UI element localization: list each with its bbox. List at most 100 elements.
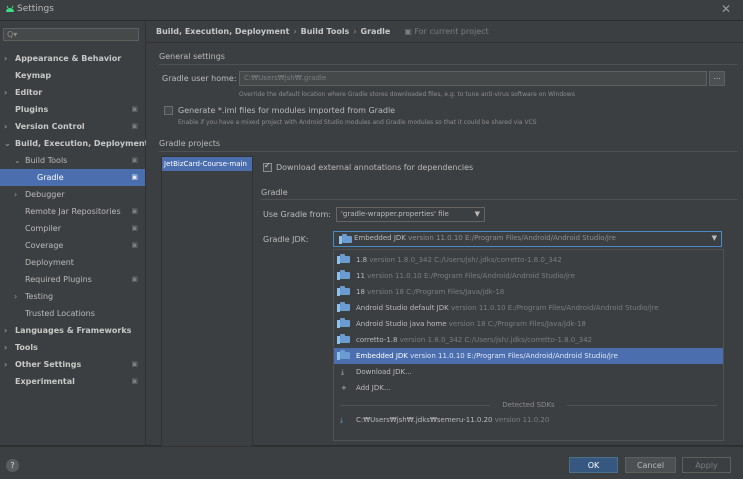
chevron-right-icon[interactable]: › (4, 322, 7, 339)
jdk-action-label: Add JDK... (356, 384, 391, 392)
sidebar-item-debugger[interactable]: › Debugger (0, 186, 145, 203)
sidebar-item-label: Editor (15, 88, 43, 97)
dropdown-arrow-icon: ▼ (474, 210, 480, 218)
sidebar-item-label: Testing (25, 292, 54, 301)
close-icon[interactable]: ✕ (721, 2, 731, 16)
jdk-option[interactable]: Android Studio default JDK version 11.0.… (334, 300, 723, 316)
chevron-down-icon[interactable]: ⌄ (14, 152, 21, 169)
jdk-option[interactable]: Embedded JDK version 11.0.10 E:/Program … (334, 348, 723, 364)
sidebar-item-compiler[interactable]: Compiler ▣ (0, 220, 145, 237)
sidebar-item-label: Appearance & Behavior (15, 54, 122, 63)
window-title: Settings (17, 4, 54, 14)
browse-button[interactable]: ... (709, 71, 725, 86)
sidebar-item-testing[interactable]: › Testing (0, 288, 145, 305)
jdk-option[interactable]: corretto-1.8 version 1.8.0_342 C:/Users/… (334, 332, 723, 348)
detected-sdk-item[interactable]: ⤓ C:₩Users₩jsh₩.jdks₩semeru-11.0.20 versi… (334, 412, 723, 428)
jdk-option[interactable]: 18 version 18 C:/Program Files/Java/jdk-… (334, 284, 723, 300)
header-divider (146, 42, 743, 43)
use-gradle-from-select[interactable]: 'gradle-wrapper.properties' file ▼ (336, 207, 485, 222)
jdk-folder-icon (337, 302, 350, 312)
cancel-button[interactable]: Cancel (625, 457, 676, 473)
sidebar-item-label: Debugger (25, 190, 65, 199)
sidebar-item-editor[interactable]: › Editor (0, 84, 145, 101)
gradle-jdk-detail: version 11.0.10 E:/Program Files/Android… (408, 234, 616, 242)
sidebar-item-trusted-locations[interactable]: Trusted Locations (0, 305, 145, 322)
scope-label: For current project (414, 27, 489, 36)
sidebar-item-tools[interactable]: › Tools (0, 339, 145, 356)
sidebar-item-deployment[interactable]: Deployment (0, 254, 145, 271)
jdk-option[interactable]: 1.8 version 1.8.0_342 C:/Users/jsh/.jdks… (334, 252, 723, 268)
chevron-right-icon[interactable]: › (4, 118, 7, 135)
sidebar-item-keymap[interactable]: Keymap (0, 67, 145, 84)
sidebar-item-build-execution-deployment[interactable]: ⌄ Build, Execution, Deployment (0, 135, 149, 152)
sidebar-item-version-control[interactable]: › Version Control ▣ (0, 118, 145, 135)
help-button[interactable]: ? (6, 459, 19, 472)
chevron-right-icon[interactable]: › (14, 186, 17, 203)
jdk-option-name: Android Studio default JDK (356, 304, 449, 312)
download-annotations-checkbox[interactable] (263, 161, 272, 172)
jdk-option[interactable]: Android Studio java home version 18 C:/P… (334, 316, 723, 332)
download-jdk-item[interactable]: ⤓ Download JDK... (334, 364, 723, 380)
sidebar-item-label: Remote Jar Repositories (25, 207, 121, 216)
jdk-folder-icon (337, 334, 350, 344)
jdk-option[interactable]: 11 version 11.0.10 E:/Program Files/Andr… (334, 268, 723, 284)
chevron-right-icon[interactable]: › (4, 356, 7, 373)
jdk-action-label: Download JDK... (356, 368, 412, 376)
gradle-user-home-input[interactable]: C:₩Users₩jsh₩.gradle (239, 71, 707, 86)
sidebar-item-plugins[interactable]: Plugins ▣ (0, 101, 145, 118)
sidebar-item-label: Build, Execution, Deployment (15, 139, 149, 148)
apply-button[interactable]: Apply (682, 457, 731, 473)
chevron-right-icon[interactable]: › (14, 288, 17, 305)
sidebar-item-label: Tools (15, 343, 38, 352)
settings-search-input[interactable]: Q▾ (3, 28, 139, 41)
gradle-settings-panel: Build, Execution, Deployment › Build Tools… (146, 21, 743, 450)
sidebar-item-appearance-behavior[interactable]: › Appearance & Behavior (0, 50, 145, 67)
jdk-option-detail: version 11.0.10 E:/Program Files/Android… (367, 272, 575, 280)
jdk-option-detail: version 18 C:/Program Files/Java/jdk-18 (367, 288, 505, 296)
jdk-folder-icon (337, 286, 350, 296)
sidebar-item-other-settings[interactable]: › Other Settings ▣ (0, 356, 145, 373)
detected-sdk-detail: version 11.0.20 (494, 416, 550, 424)
ok-button[interactable]: OK (569, 457, 618, 473)
sidebar-item-experimental[interactable]: Experimental ▣ (0, 373, 145, 390)
download-icon: ⤓ (341, 368, 345, 376)
sidebar-item-label: Version Control (15, 122, 85, 131)
generate-iml-checkbox[interactable] (164, 106, 173, 115)
sidebar-item-label: Compiler (25, 224, 62, 233)
add-jdk-item[interactable]: + Add JDK... (334, 380, 723, 396)
sidebar-item-label: Deployment (25, 258, 74, 267)
sidebar-item-build-tools[interactable]: ⌄ Build Tools ▣ (0, 152, 145, 169)
chevron-right-icon[interactable]: › (4, 84, 7, 101)
gradle-subsection-title: Gradle (261, 188, 288, 197)
jdk-option-name: 1.8 (356, 256, 368, 264)
sidebar-item-label: Keymap (15, 71, 52, 80)
sidebar-item-languages-frameworks[interactable]: › Languages & Frameworks (0, 322, 145, 339)
generate-iml-hint: Enable if you have a mixed project with … (178, 119, 537, 126)
use-gradle-from-value: 'gradle-wrapper.properties' file (341, 210, 449, 218)
project-scope-icon: ▣ (131, 105, 138, 113)
jdk-option-name: Embedded JDK (356, 352, 408, 360)
generate-iml-label: Generate *.iml files for modules importe… (178, 106, 396, 115)
sidebar-item-remote-jar-repositories[interactable]: Remote Jar Repositories ▣ (0, 203, 145, 220)
sidebar-item-coverage[interactable]: Coverage ▣ (0, 237, 145, 254)
sidebar-item-required-plugins[interactable]: Required Plugins ▣ (0, 271, 145, 288)
project-item[interactable]: JetBizCard-Course-main (162, 157, 252, 171)
add-icon: + (341, 384, 347, 392)
chevron-right-icon[interactable]: › (4, 50, 7, 67)
gradle-jdk-select[interactable]: Embedded JDK version 11.0.10 E:/Program … (333, 231, 722, 247)
jdk-option-detail: version 11.0.10 E:/Program Files/Android… (450, 304, 659, 312)
sidebar-item-gradle[interactable]: Gradle ▣ (0, 169, 145, 186)
section-divider (261, 199, 737, 200)
dropdown-arrow-icon: ▼ (711, 234, 717, 242)
jdk-option-name: corretto-1.8 (356, 336, 398, 344)
project-scope-icon: ▣ (404, 27, 415, 36)
jdk-folder-icon (337, 270, 350, 280)
chevron-right-icon[interactable]: › (4, 339, 7, 356)
jdk-folder-icon (337, 318, 350, 328)
detected-sdks-header: Detected SDKs (334, 398, 723, 412)
breadcrumb-item[interactable]: Build, Execution, Deployment (156, 27, 289, 36)
chevron-down-icon[interactable]: ⌄ (4, 135, 11, 152)
sidebar-item-label: Experimental (15, 377, 75, 386)
breadcrumb-item[interactable]: Build Tools (301, 27, 350, 36)
dialog-button-bar: ? OK Cancel Apply (0, 446, 743, 479)
